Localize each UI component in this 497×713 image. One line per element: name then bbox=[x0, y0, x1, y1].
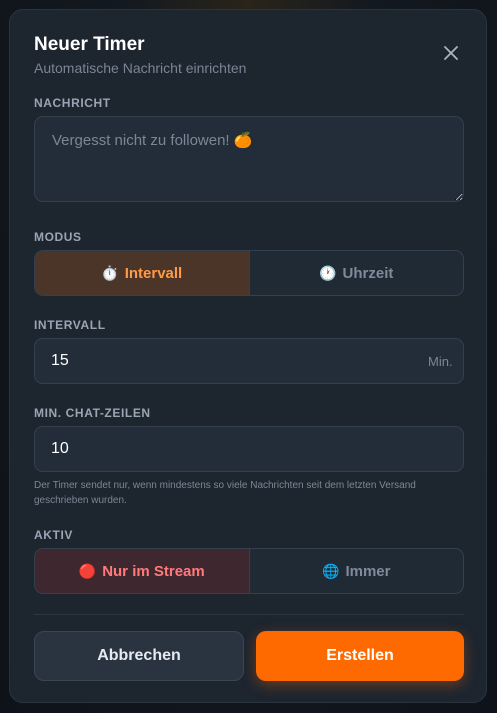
active-option-label: Nur im Stream bbox=[102, 562, 205, 580]
message-textarea[interactable] bbox=[34, 116, 464, 202]
stopwatch-icon: ⏱️ bbox=[101, 264, 119, 281]
mode-toggle: ⏱️ Intervall 🕐 Uhrzeit bbox=[34, 250, 464, 296]
close-button[interactable] bbox=[440, 42, 462, 64]
red-circle-icon: 🔴 bbox=[78, 562, 97, 579]
active-label: AKTIV bbox=[34, 528, 73, 542]
active-option-label: Immer bbox=[345, 562, 391, 580]
mode-option-label: Uhrzeit bbox=[342, 264, 394, 282]
mode-label: MODUS bbox=[34, 230, 82, 244]
mode-option-time[interactable]: 🕐 Uhrzeit bbox=[248, 251, 464, 295]
divider bbox=[34, 614, 464, 615]
mode-option-interval[interactable]: ⏱️ Intervall bbox=[35, 251, 249, 295]
interval-input[interactable] bbox=[34, 338, 464, 384]
dialog-subtitle: Automatische Nachricht einrichten bbox=[34, 60, 247, 76]
min-chat-lines-input[interactable] bbox=[34, 426, 464, 472]
active-option-stream[interactable]: 🔴 Nur im Stream bbox=[35, 549, 249, 593]
message-label: NACHRICHT bbox=[34, 96, 111, 110]
create-button[interactable]: Erstellen bbox=[256, 631, 464, 681]
active-toggle: 🔴 Nur im Stream 🌐 Immer bbox=[34, 548, 464, 594]
mode-option-label: Intervall bbox=[124, 264, 183, 282]
interval-unit: Min. bbox=[428, 354, 453, 369]
active-option-always[interactable]: 🌐 Immer bbox=[248, 549, 464, 593]
min-chat-lines-hint: Der Timer sendet nur, wenn mindestens so… bbox=[34, 480, 416, 506]
close-icon bbox=[444, 46, 458, 60]
clock-icon: 🕐 bbox=[319, 264, 337, 281]
cancel-button[interactable]: Abbrechen bbox=[34, 631, 244, 681]
min-chat-lines-label: MIN. CHAT-ZEILEN bbox=[34, 406, 151, 420]
globe-icon: 🌐 bbox=[322, 562, 340, 579]
dialog-title: Neuer Timer bbox=[34, 34, 145, 55]
timer-dialog: Neuer Timer Automatische Nachricht einri… bbox=[9, 9, 487, 703]
interval-label: INTERVALL bbox=[34, 318, 106, 332]
